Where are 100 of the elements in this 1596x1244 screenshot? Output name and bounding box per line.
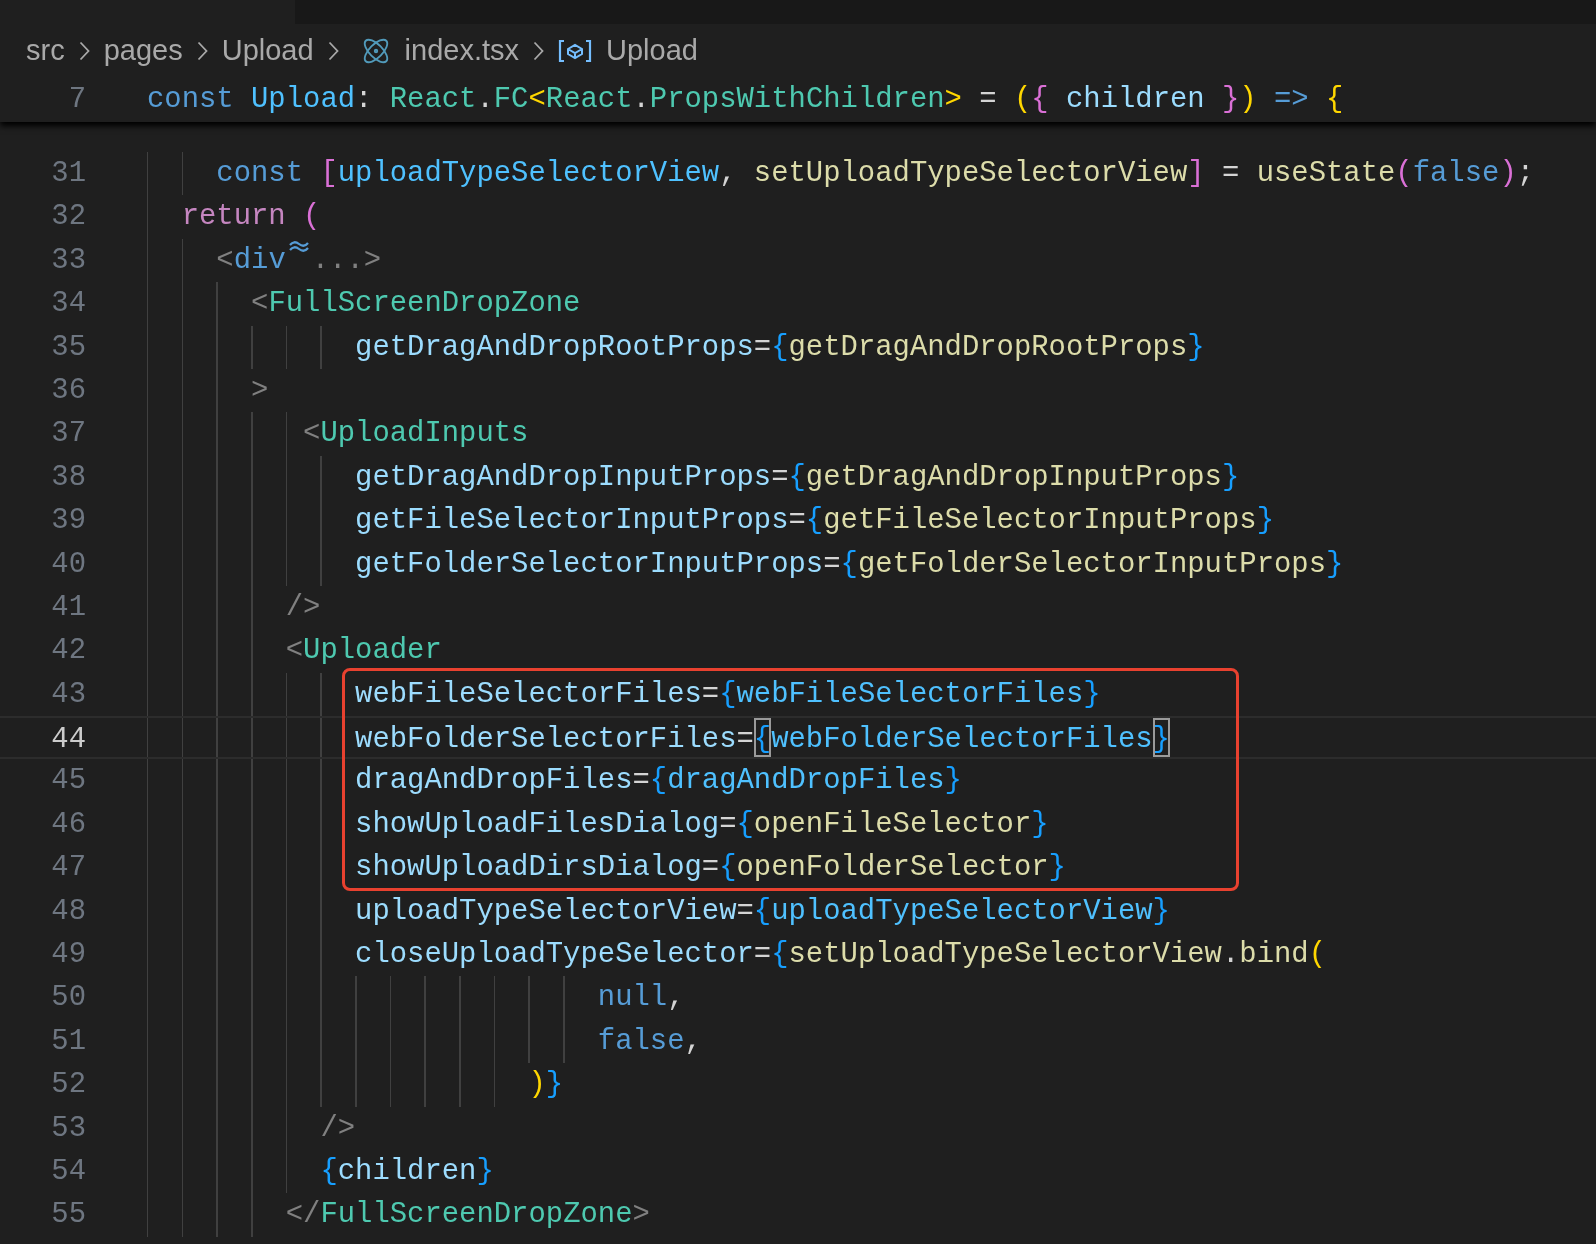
code-token: openFolderSelector — [736, 850, 1049, 887]
code-token: FullScreenDropZone — [268, 286, 581, 323]
chevron-icon — [327, 41, 339, 61]
line-number: 31 — [50, 156, 86, 192]
code-token: FC — [493, 82, 529, 118]
code-token: children — [337, 1154, 477, 1190]
breadcrumb-item[interactable]: Upload — [221, 29, 314, 73]
code-token: /> — [320, 1110, 356, 1147]
code-token: setUploadTypeSelectorView — [753, 156, 1188, 192]
code-token: . — [1221, 937, 1240, 974]
code-token: webFileSelectorFiles — [736, 676, 1084, 713]
breadcrumb-item[interactable]: index.tsx — [404, 29, 520, 73]
code-token: uploadTypeSelectorView — [771, 893, 1153, 930]
line-number: 34 — [50, 286, 86, 323]
line-number: 45 — [50, 763, 86, 800]
code-token: UploadInputs — [320, 416, 529, 453]
code-token: < — [251, 286, 269, 323]
line-number: 41 — [50, 589, 86, 626]
code-token: Upload — [251, 82, 356, 118]
code-token: getFolderSelectorInputProps — [857, 546, 1326, 583]
code-token: = — [753, 329, 772, 366]
code-token: uploadTypeSelectorView — [337, 156, 720, 192]
code-token: setUploadTypeSelectorView — [788, 937, 1222, 974]
chevron-icon — [78, 41, 90, 61]
code-token: dragAndDropFiles — [355, 763, 633, 800]
code-token: } — [1222, 82, 1240, 118]
code-token: > — [944, 82, 962, 118]
breadcrumb-item[interactable]: src — [26, 29, 65, 73]
code-token: ( — [303, 199, 321, 236]
code-token: getDragAndDropRootProps — [355, 329, 754, 366]
variable-icon — [558, 38, 593, 64]
code-token: = — [701, 676, 720, 713]
code-token: useState — [1256, 156, 1396, 192]
code-token: getDragAndDropRootProps — [788, 329, 1188, 366]
code-token: { — [1326, 82, 1344, 118]
code-token: { — [771, 329, 789, 366]
code-token: = — [978, 82, 998, 118]
code-token: webFileSelectorFiles — [355, 676, 702, 713]
code-token: } — [1048, 850, 1066, 887]
line-number: 54 — [50, 1154, 86, 1190]
line-number: 40 — [50, 546, 86, 583]
code-token: } — [1187, 329, 1205, 366]
code-token: ) — [1239, 82, 1257, 118]
line-number: 46 — [50, 806, 86, 843]
code-token: = — [823, 546, 841, 583]
line-number: 51 — [50, 1023, 86, 1060]
line-number: 53 — [50, 1110, 86, 1147]
line-number: 49 — [50, 937, 86, 974]
code-token: { — [840, 546, 858, 583]
code-token: } — [1031, 806, 1049, 843]
code-token: const — [147, 82, 235, 118]
code-token: } — [476, 1154, 494, 1190]
line-number: 36 — [50, 372, 86, 409]
code-token: getFileSelectorInputProps — [355, 503, 789, 540]
code-token: } — [1221, 459, 1240, 496]
breadcrumb-item[interactable]: pages — [103, 29, 183, 73]
code-token: { — [753, 893, 772, 930]
code-token: [ — [320, 156, 338, 192]
code-token: ] — [1187, 156, 1205, 192]
code-token: { — [805, 503, 824, 540]
code-token: , — [667, 980, 685, 1017]
line-number: 52 — [50, 1067, 86, 1104]
code-token: ; — [1516, 156, 1535, 192]
line-number: 44 — [50, 722, 86, 758]
line-number: 32 — [50, 199, 86, 236]
code-token: { — [649, 763, 668, 800]
code-token: { — [719, 850, 737, 887]
code-token: > — [251, 372, 269, 409]
code-token: bind — [1239, 937, 1309, 974]
code-token: { — [719, 676, 737, 713]
code-token: => — [1273, 82, 1310, 118]
code-token: } — [1256, 503, 1274, 540]
code-token: < — [303, 416, 321, 453]
code-token: ...> — [311, 242, 382, 279]
code-token: return — [181, 199, 287, 236]
code-token: = — [1220, 156, 1241, 192]
code-token: ( — [1395, 156, 1413, 192]
code-token: { — [753, 718, 772, 758]
fold-icon[interactable] — [287, 238, 310, 253]
code-token: = — [788, 503, 806, 540]
code-token: uploadTypeSelectorView — [355, 893, 737, 930]
code-token: ) — [1499, 156, 1517, 192]
code-token: } — [1152, 718, 1170, 758]
breadcrumb-item[interactable]: Upload — [606, 29, 698, 73]
code-token: const — [216, 156, 305, 192]
chevron-icon — [196, 41, 208, 61]
code-token: . — [476, 82, 494, 118]
code-token: </ — [285, 1197, 321, 1234]
code-token: } — [1083, 676, 1101, 713]
code-token: children — [1064, 82, 1206, 118]
code-token: < — [528, 82, 546, 118]
code-token: } — [1326, 546, 1344, 583]
code-token: /> — [285, 589, 321, 626]
code-token: false — [597, 1023, 685, 1060]
code-token: { — [788, 459, 806, 496]
line-number: 43 — [50, 676, 86, 713]
code-token: PropsWithChildren — [649, 82, 945, 118]
code-token: webFolderSelectorFiles — [355, 722, 737, 758]
code-token: false — [1412, 156, 1500, 192]
code-token: = — [736, 722, 754, 758]
